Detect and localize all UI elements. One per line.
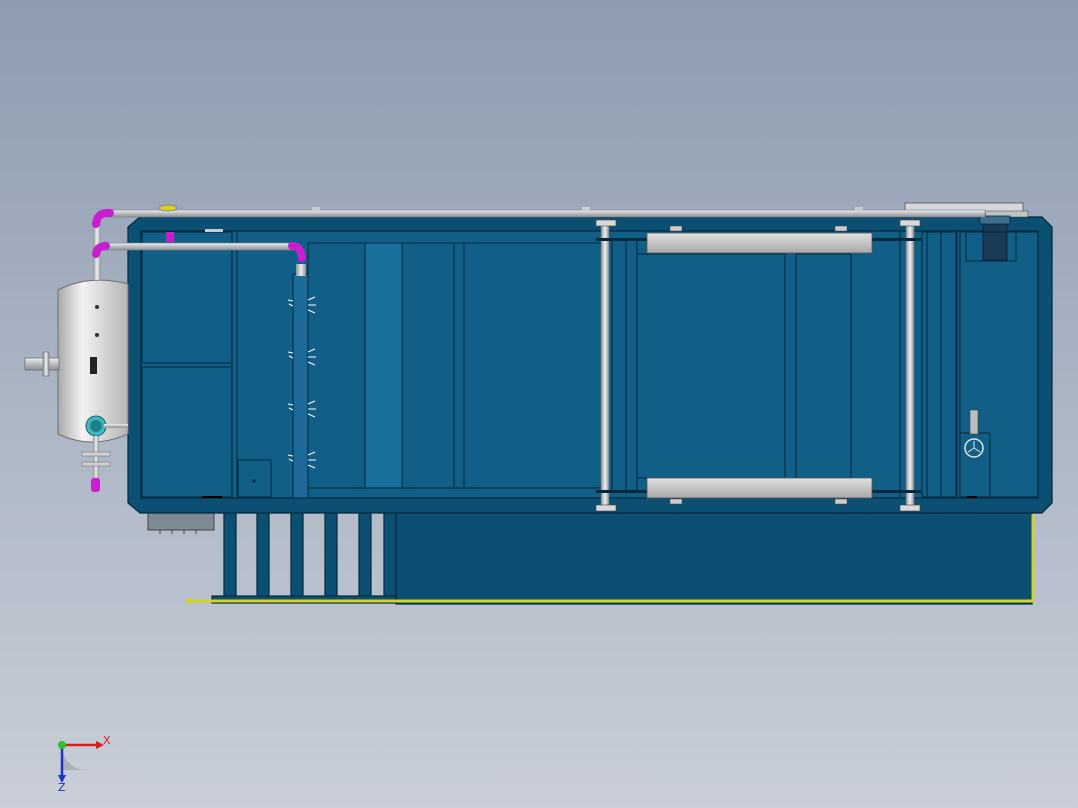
mixing-chamber-upper	[141, 231, 233, 364]
dissolved-air-flotation-unit-drawing: X Z	[0, 0, 1078, 808]
skimmer-zone-main	[636, 253, 786, 479]
hopper-chute-3	[290, 511, 304, 601]
release-pipe	[292, 273, 309, 499]
skimmer-zone-right	[795, 253, 852, 479]
skimmer-bearing-tr	[899, 219, 921, 227]
skimmer-bearing-tl	[595, 219, 617, 227]
hopper-chute-1	[223, 511, 237, 601]
separation-zone-panel-a	[401, 242, 455, 489]
hopper-chute-2	[256, 511, 270, 601]
separation-zone-panel-b	[463, 242, 603, 489]
drain-valve-end[interactable]	[187, 598, 193, 604]
skimmer-blade-top[interactable]	[646, 232, 873, 254]
saturator-drain[interactable]	[91, 478, 100, 492]
cad-viewport[interactable]: X Z	[0, 0, 1078, 808]
level-indicator-rod	[969, 409, 979, 435]
feed-inlet-stub[interactable]	[166, 232, 174, 242]
skimmer-zone-panel	[611, 239, 638, 493]
hopper-chute-5	[358, 511, 372, 601]
skimmer-shaft-left[interactable]	[600, 219, 610, 511]
y-axis-dot	[58, 741, 66, 749]
skimmer-shaft-right[interactable]	[905, 219, 915, 511]
contact-zone-riser	[364, 242, 403, 489]
skimmer-blade-bottom[interactable]	[646, 477, 873, 499]
skimmer-bearing-br	[899, 504, 921, 512]
x-axis-label: X	[103, 734, 111, 747]
control-box[interactable]	[147, 512, 215, 531]
hopper-chute-4	[324, 511, 338, 601]
saturator-sight-glass	[90, 357, 97, 374]
hopper-body	[395, 511, 1033, 605]
sample-port-box[interactable]	[237, 459, 272, 498]
contact-zone-panel	[307, 242, 366, 489]
skimmer-bearing-bl	[595, 504, 617, 512]
z-axis-label: Z	[58, 781, 66, 794]
motor-icon[interactable]	[982, 219, 1008, 261]
air-supply-header[interactable]	[104, 209, 986, 218]
hopper-chute-6	[383, 511, 397, 601]
mixing-chamber-lower	[141, 366, 233, 498]
saturator-inlet-nozzle[interactable]	[24, 357, 60, 371]
recycle-water-line[interactable]	[103, 242, 295, 251]
top-inspection-port[interactable]	[158, 204, 178, 212]
